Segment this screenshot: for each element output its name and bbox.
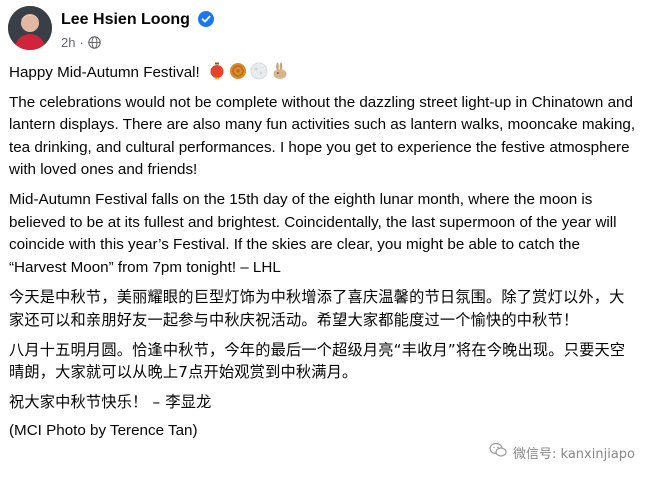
greeting-line: Happy Mid-Autumn Festival! [9, 62, 637, 85]
author-avatar[interactable] [8, 6, 52, 50]
paragraph-chinese-3: 祝大家中秋节快乐！ – 李显龙 [9, 392, 212, 411]
post-timestamp[interactable]: 2h [61, 35, 75, 50]
author-name[interactable]: Lee Hsien Loong [61, 11, 215, 32]
wechat-watermark: 微信号: kanxinjiapo [489, 442, 635, 462]
post-body: Happy Mid-Autumn Festival! The celebrati… [9, 62, 637, 450]
wechat-icon [489, 442, 507, 462]
meta-separator: · [79, 35, 84, 50]
mooncake-icon [230, 63, 246, 79]
paragraph-celebrations: The celebrations would not be complete w… [9, 93, 636, 179]
post-header: Lee Hsien Loong 2h · [8, 6, 638, 56]
paragraph-festival-info: Mid-Autumn Festival falls on the 15th da… [9, 190, 617, 276]
author-name-text[interactable]: Lee Hsien Loong [61, 11, 190, 28]
globe-icon[interactable] [88, 36, 101, 49]
emoji-group [208, 62, 289, 80]
watermark-text: 微信号: kanxinjiapo [513, 446, 635, 462]
post-meta: 2h · [61, 35, 101, 50]
rabbit-icon [273, 62, 287, 79]
paragraph-chinese-2: 八月十五明月圆。恰逢中秋节，今年的最后一个超级月亮“丰收月”将在今晚出现。只要天… [9, 340, 626, 382]
photo-credit: (MCI Photo by Terence Tan) [9, 422, 198, 440]
lantern-icon [210, 62, 224, 80]
paragraph-chinese-1: 今天是中秋节，美丽耀眼的巨型灯饰为中秋增添了喜庆温馨的节日氛围。除了赏灯以外，大… [9, 288, 625, 329]
verified-badge-icon [198, 11, 215, 32]
greeting-text: Happy Mid-Autumn Festival! [9, 64, 200, 81]
full-moon-icon [250, 62, 268, 80]
